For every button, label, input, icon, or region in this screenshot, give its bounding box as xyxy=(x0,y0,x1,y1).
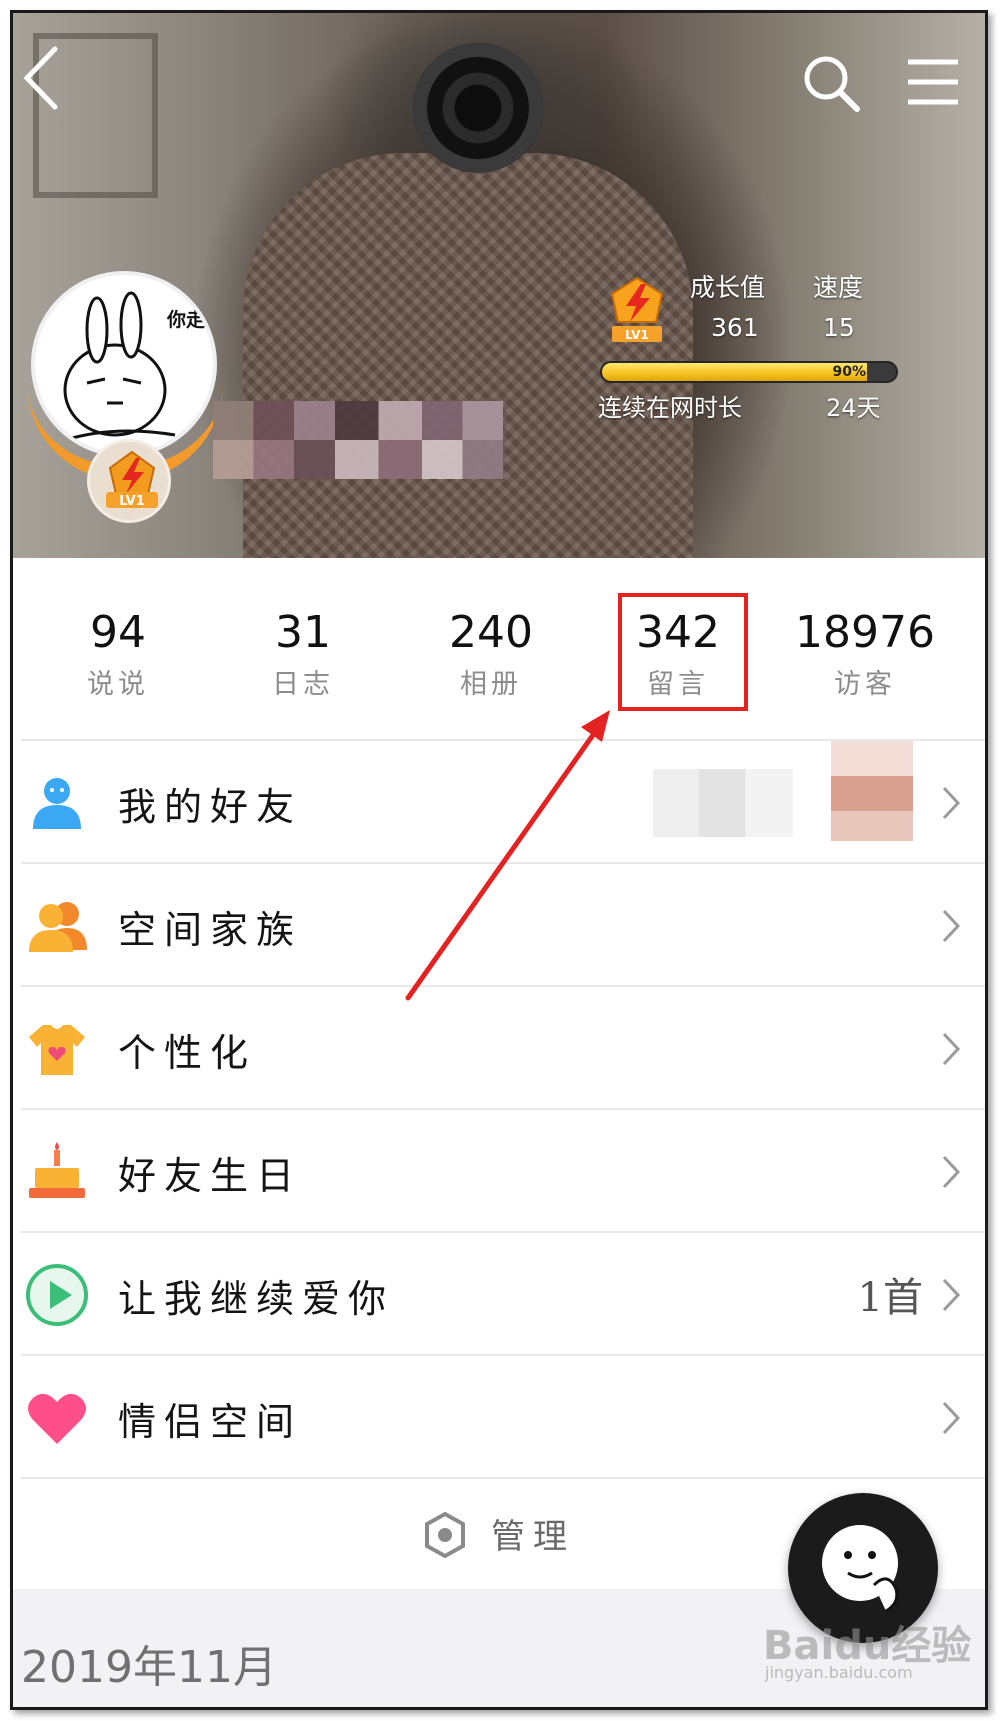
stat-posts[interactable]: 94 说说 xyxy=(28,608,208,701)
phone-screen: 你走 LV1 LV1 成长值 速度 361 15 90% 连续在网时长 24天 … xyxy=(10,10,988,1710)
menu-item-label: 我的好友 xyxy=(118,785,303,829)
level-lightning-icon: LV1 xyxy=(610,276,664,342)
online-duration-value: 24天 xyxy=(826,394,881,422)
stat-blogs[interactable]: 31 日志 xyxy=(213,608,393,701)
stat-albums[interactable]: 240 相册 xyxy=(401,608,581,701)
rabbit-avatar-icon xyxy=(63,291,176,442)
messages-highlight-box xyxy=(618,593,748,711)
tshirt-icon xyxy=(29,1025,85,1075)
growth-progress-text: 90% xyxy=(832,364,866,380)
speed-value: 15 xyxy=(823,313,855,342)
manage-label: 管理 xyxy=(491,1517,575,1557)
stat-value: 31 xyxy=(275,607,331,658)
username-blurred xyxy=(213,401,503,479)
stat-visitors[interactable]: 18976 访客 xyxy=(775,608,955,701)
chevron-right-icon xyxy=(942,1401,961,1435)
stats-bar: 94 说说 31 日志 240 相册 342 留言 18976 访客 xyxy=(13,558,985,741)
chevron-right-icon xyxy=(942,1032,961,1066)
chevron-right-icon xyxy=(942,1278,961,1312)
watermark-url: jingyan.baidu.com xyxy=(765,1663,913,1682)
stat-label: 日志 xyxy=(272,669,334,700)
song-count: 1首 xyxy=(857,1275,923,1321)
online-duration-label: 连续在网时长 xyxy=(598,394,742,422)
level-badge-text: LV1 xyxy=(119,494,145,509)
growth-panel[interactable]: LV1 成长值 速度 361 15 90% 连续在网时长 24天 xyxy=(598,258,918,423)
menu-item-music[interactable]: 让我继续爱你 1首 xyxy=(13,1233,985,1356)
search-icon[interactable] xyxy=(801,53,863,115)
hexagon-settings-icon xyxy=(425,1511,465,1559)
growth-value: 361 xyxy=(711,313,759,342)
chevron-right-icon xyxy=(942,786,961,820)
growth-progress-bar: 90% xyxy=(600,361,898,383)
level-badge: LV1 xyxy=(87,439,171,523)
menu-item-label: 空间家族 xyxy=(118,908,303,952)
menu-item-label: 个性化 xyxy=(118,1031,257,1075)
stat-value: 240 xyxy=(449,607,533,658)
cake-icon xyxy=(29,1142,85,1198)
menu-item-birthdays[interactable]: 好友生日 xyxy=(13,1110,985,1233)
menu-item-label: 情侣空间 xyxy=(118,1400,303,1444)
menu-item-label: 让我继续爱你 xyxy=(118,1277,395,1321)
friend-avatar-blurred xyxy=(831,741,913,841)
friend-icon xyxy=(33,778,81,829)
play-icon xyxy=(26,1264,88,1326)
menu-item-family[interactable]: 空间家族 xyxy=(13,864,985,987)
stat-value: 18976 xyxy=(795,607,935,658)
stat-label: 说说 xyxy=(87,669,149,700)
growth-level-text: LV1 xyxy=(625,328,649,342)
stat-value: 94 xyxy=(90,607,146,658)
menu-item-friends[interactable]: 我的好友 xyxy=(13,741,985,864)
stat-label: 访客 xyxy=(834,669,896,700)
growth-label: 成长值 xyxy=(690,273,766,302)
date-label: 2019年11月 xyxy=(21,1642,277,1693)
growth-progress-fill xyxy=(602,363,867,381)
menu-item-couple-space[interactable]: 情侣空间 xyxy=(13,1356,985,1479)
back-icon[interactable] xyxy=(17,43,73,113)
lightning-icon: LV1 xyxy=(106,450,158,509)
cover-photo[interactable]: 你走 LV1 LV1 成长值 速度 361 15 90% 连续在网时长 24天 xyxy=(13,13,985,558)
family-icon xyxy=(29,902,87,952)
menu-item-label: 好友生日 xyxy=(118,1154,303,1198)
menu-item-personalize[interactable]: 个性化 xyxy=(13,987,985,1110)
avatar[interactable]: 你走 xyxy=(31,271,217,457)
camera-lens xyxy=(413,43,543,173)
stat-label: 相册 xyxy=(460,669,522,700)
chevron-right-icon xyxy=(942,909,961,943)
heart-icon xyxy=(28,1393,86,1444)
speed-label: 速度 xyxy=(813,273,864,302)
avatar-caption: 你走 xyxy=(167,309,206,331)
friend-preview-blurred xyxy=(653,769,793,837)
profile-avatar[interactable]: 你走 LV1 xyxy=(27,271,231,523)
chevron-right-icon xyxy=(942,1155,961,1189)
menu-icon[interactable] xyxy=(905,57,961,107)
